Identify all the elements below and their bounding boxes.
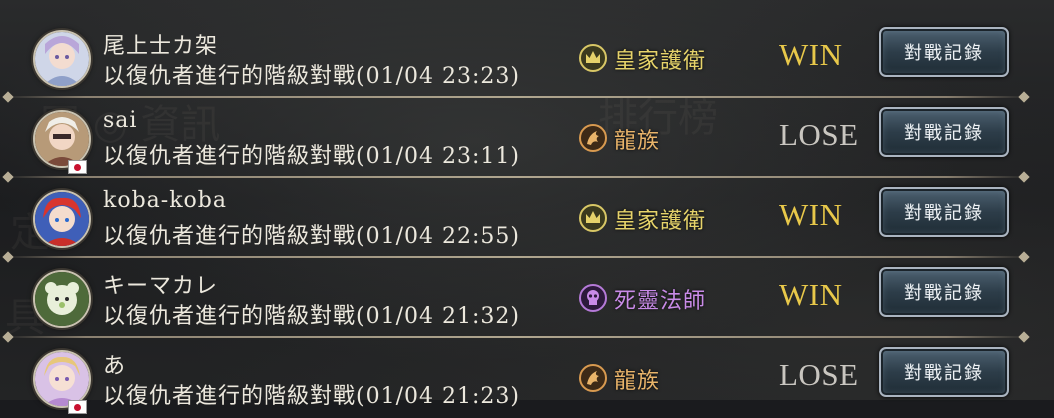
list-item: koba-koba 以復仇者進行的階級對戰(01/04 22:55) 皇家護衛 … [0,178,1054,258]
player-name: 尾上士カ架 [103,34,219,59]
battle-description: 以復仇者進行的階級對戰(01/04 23:11) [103,144,520,169]
avatar [33,30,91,88]
battle-record-button[interactable]: 對戰記錄 [879,107,1009,157]
battle-description: 以復仇者進行的階級對戰(01/04 22:55) [103,224,520,249]
japan-flag-icon [68,160,87,174]
avatar [33,190,91,248]
battle-description: 以復仇者進行的階級對戰(01/04 21:23) [103,384,520,409]
japan-flag-icon [68,400,87,414]
avatar [33,270,91,328]
match-result: LOSE [779,117,859,152]
battle-record-button[interactable]: 對戰記錄 [879,347,1009,397]
list-item: sai 以復仇者進行的階級對戰(01/04 23:11) 龍族 LOSE 對戰記… [0,98,1054,178]
battle-record-button[interactable]: 對戰記錄 [879,187,1009,237]
opponent-class: 龍族 [614,369,661,394]
player-name: koba-koba [103,188,227,213]
dragon-icon [579,124,607,152]
match-result: WIN [779,37,843,72]
player-name: sai [103,108,138,133]
list-item: 尾上士カ架 以復仇者進行的階級對戰(01/04 23:23) 皇家護衛 WIN … [0,18,1054,98]
skull-icon [579,284,607,312]
player-name: キーマカレ [103,274,219,299]
match-result: WIN [779,197,843,232]
player-name: あ [103,354,127,379]
match-result: LOSE [779,357,859,392]
opponent-class: 死靈法師 [614,289,707,314]
opponent-class: 皇家護衛 [614,209,707,234]
battle-description: 以復仇者進行的階級對戰(01/04 23:23) [103,64,520,89]
battle-record-button[interactable]: 對戰記錄 [879,267,1009,317]
dragon-icon [579,364,607,392]
list-item: キーマカレ 以復仇者進行的階級對戰(01/04 21:32) 死靈法師 WIN … [0,258,1054,338]
match-result: WIN [779,277,843,312]
battle-description: 以復仇者進行的階級對戰(01/04 21:32) [103,304,520,329]
list-item: あ 以復仇者進行的階級對戰(01/04 21:23) 龍族 LOSE 對戰記錄 [0,338,1054,418]
opponent-class: 皇家護衛 [614,49,707,74]
crown-icon [579,204,607,232]
crown-icon [579,44,607,72]
opponent-class: 龍族 [614,129,661,154]
battle-record-button[interactable]: 對戰記錄 [879,27,1009,77]
